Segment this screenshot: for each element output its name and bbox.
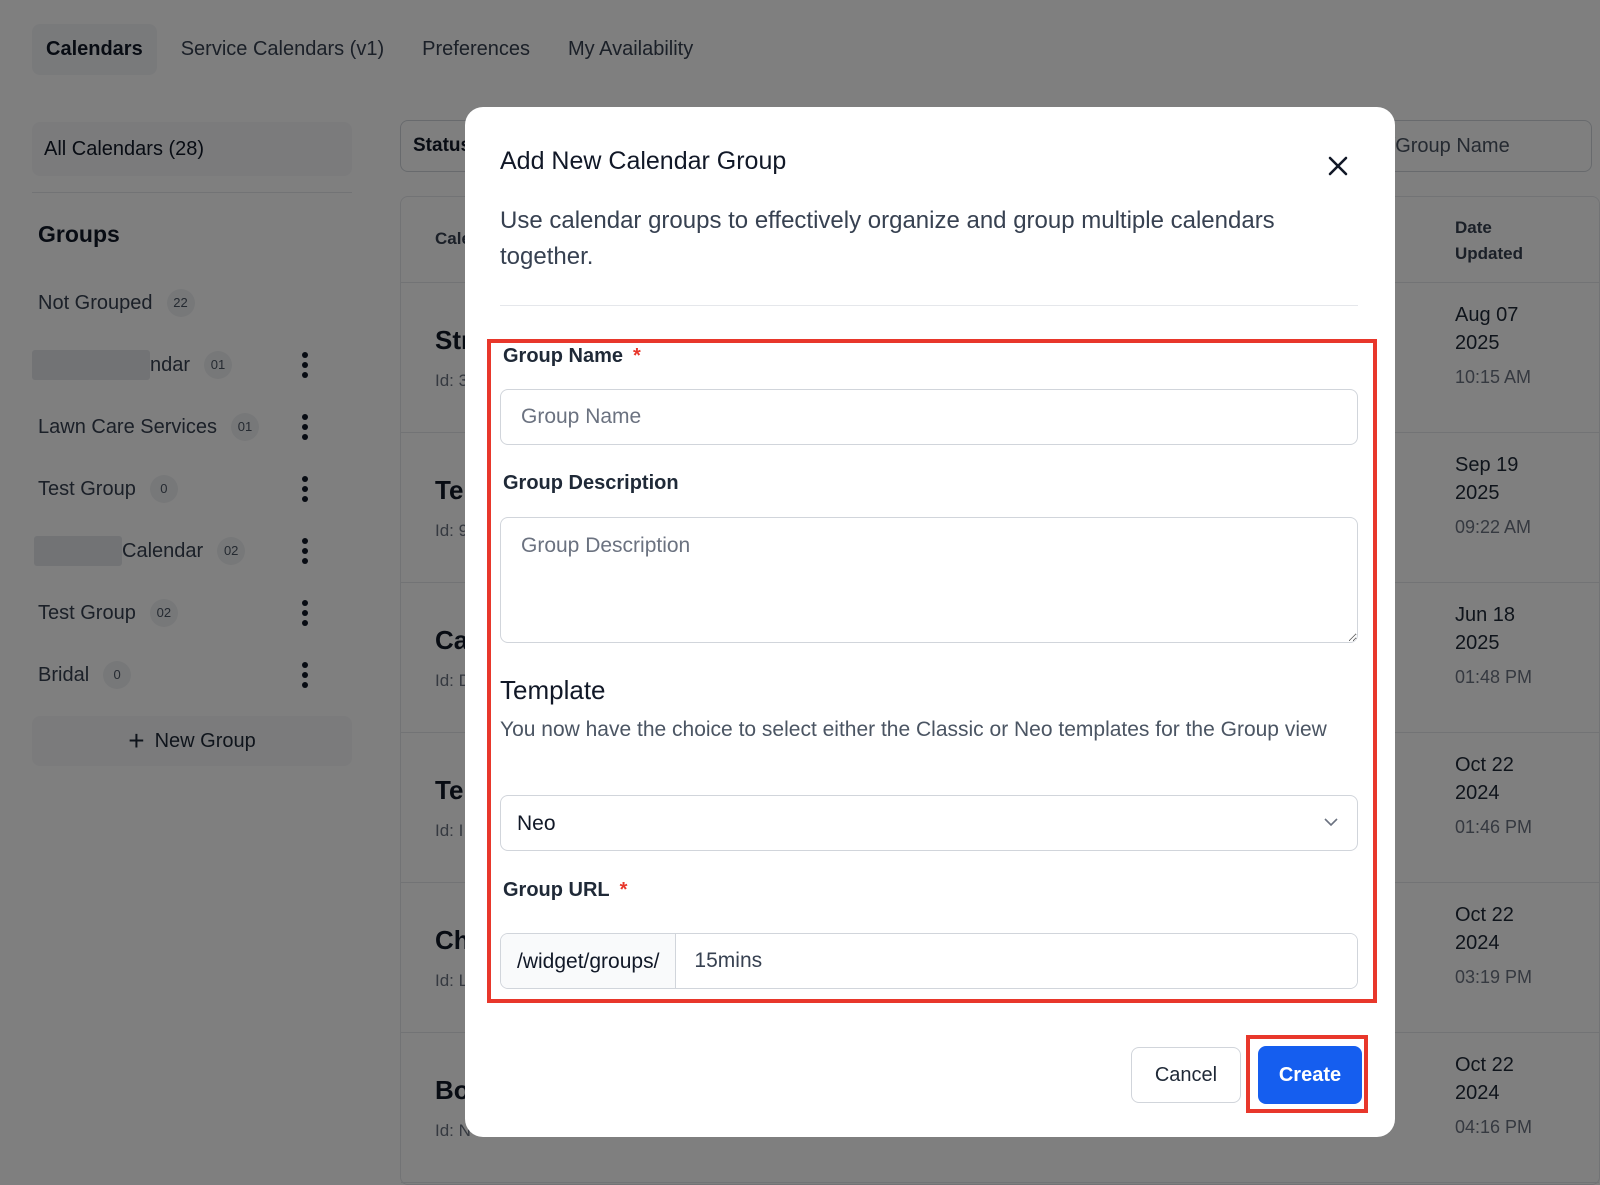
required-mark: * (619, 879, 628, 901)
close-icon[interactable] (1323, 151, 1353, 181)
group-name-label-text: Group Name (503, 345, 624, 367)
group-description-input[interactable] (500, 517, 1358, 643)
group-url-label-text: Group URL (503, 879, 610, 901)
modal-divider (500, 305, 1358, 306)
required-mark: * (633, 345, 641, 367)
create-button[interactable]: Create (1258, 1046, 1362, 1104)
url-prefix: /widget/groups/ (501, 934, 677, 988)
group-name-label: Group Name * (503, 345, 641, 368)
group-name-input[interactable] (500, 389, 1358, 445)
modal-title: Add New Calendar Group (500, 147, 787, 175)
group-url-input[interactable] (676, 934, 1357, 988)
group-url-label: Group URL * (503, 879, 627, 902)
template-select[interactable]: Neo (500, 795, 1358, 851)
modal-description: Use calendar groups to effectively organ… (500, 207, 1275, 270)
group-url-field: /widget/groups/ (500, 933, 1358, 989)
template-selected-value: Neo (517, 812, 556, 835)
template-heading: Template (500, 675, 606, 705)
add-calendar-group-modal: Add New Calendar Group Use calendar grou… (465, 107, 1395, 1137)
group-description-label: Group Description (503, 472, 679, 494)
template-description: You now have the choice to select either… (500, 718, 1327, 741)
cancel-button[interactable]: Cancel (1131, 1047, 1241, 1103)
chevron-down-icon (1324, 818, 1338, 827)
